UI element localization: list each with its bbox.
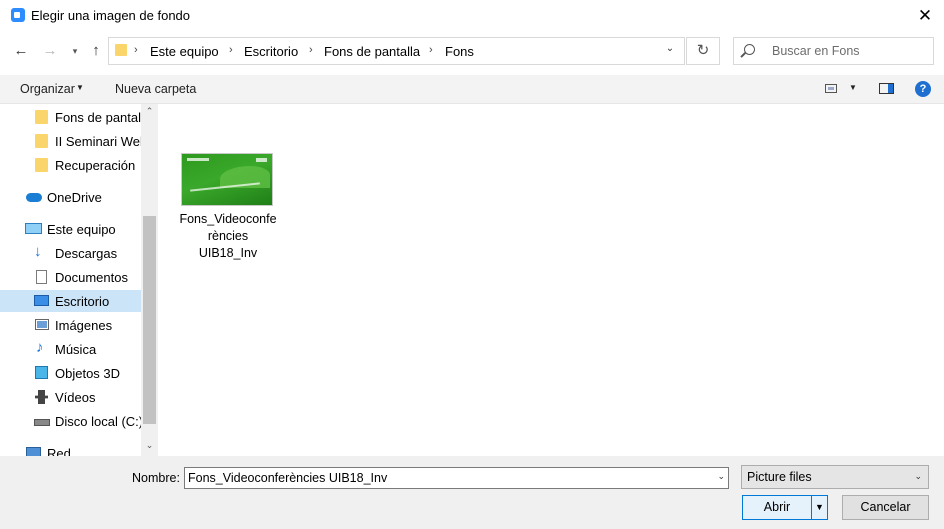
sidebar-item-musica[interactable]: ♪ Música xyxy=(0,338,141,360)
sidebar-item-label: II Seminari Web xyxy=(55,134,141,149)
file-type-select[interactable]: Picture files ⌄ xyxy=(741,465,929,489)
scroll-down-icon[interactable]: ⌄ xyxy=(141,440,158,451)
desktop-icon xyxy=(34,295,49,306)
documents-icon xyxy=(36,270,47,284)
organize-button[interactable]: Organizar xyxy=(20,82,75,96)
sidebar-item-label: Red xyxy=(47,446,71,456)
sidebar-item-label: Disco local (C:) xyxy=(55,414,141,429)
sidebar-item-onedrive[interactable]: OneDrive xyxy=(0,186,141,208)
title-bar: Elegir una imagen de fondo ✕ xyxy=(0,0,944,31)
downloads-icon: ↓ xyxy=(34,243,42,260)
search-box[interactable] xyxy=(733,37,934,65)
preview-pane-icon[interactable] xyxy=(879,83,894,94)
breadcrumb-escritorio[interactable]: Escritorio xyxy=(244,44,298,59)
chevron-down-icon[interactable]: ⌄ xyxy=(914,471,922,482)
sidebar-item-imagenes[interactable]: Imágenes xyxy=(0,314,141,336)
sidebar-item-label: Objetos 3D xyxy=(55,366,121,381)
sidebar-item-disco-local[interactable]: Disco local (C:) xyxy=(0,410,141,432)
breadcrumb-separator: › xyxy=(134,44,138,56)
folder-icon xyxy=(35,158,48,172)
sidebar-item-label: Documentos xyxy=(55,270,128,285)
music-icon: ♪ xyxy=(36,339,44,356)
chevron-down-icon[interactable]: ▼ xyxy=(849,83,857,92)
help-icon[interactable]: ? xyxy=(915,81,931,97)
sidebar-item-label: Vídeos xyxy=(55,390,96,405)
scrollbar-thumb[interactable] xyxy=(143,216,156,424)
folder-icon xyxy=(115,44,127,56)
sidebar-item-documentos[interactable]: Documentos xyxy=(0,266,141,288)
recent-locations-button[interactable]: ▾ xyxy=(64,40,86,62)
sidebar-item-label: Escritorio xyxy=(55,294,110,309)
folder-icon xyxy=(35,134,48,148)
computer-icon xyxy=(25,223,42,234)
pictures-icon xyxy=(35,319,49,330)
onedrive-icon xyxy=(26,193,42,202)
file-name-label: Nombre: xyxy=(132,471,180,485)
breadcrumb-separator: › xyxy=(429,44,433,56)
sidebar-item-objetos-3d[interactable]: Objetos 3D xyxy=(0,362,141,384)
address-bar[interactable]: › Este equipo › Escritorio › Fons de pan… xyxy=(108,37,685,65)
objects-3d-icon xyxy=(35,366,48,379)
sidebar-item-label: Música xyxy=(55,342,97,357)
change-view-icon[interactable] xyxy=(825,84,837,93)
open-button[interactable]: Abrir xyxy=(742,495,812,520)
search-input[interactable] xyxy=(772,43,922,59)
breadcrumb-separator: › xyxy=(229,44,233,56)
sidebar-item-label: Fons de pantalla xyxy=(55,110,141,125)
chevron-down-icon[interactable]: ⌄ xyxy=(662,43,678,54)
sidebar-item-ii-seminari-web[interactable]: II Seminari Web xyxy=(0,130,141,152)
thumbnail-logo xyxy=(187,158,209,161)
file-name-combobox[interactable]: ⌄ xyxy=(184,467,729,489)
file-name: Fons_Videoconferències UIB18_Inv xyxy=(179,212,277,260)
scroll-up-icon[interactable]: ⌃ xyxy=(141,106,158,117)
sidebar-item-este-equipo[interactable]: Este equipo xyxy=(0,218,141,240)
folder-icon xyxy=(35,110,48,124)
bottom-panel: Nombre: ⌄ Picture files ⌄ Abrir ▼ Cancel… xyxy=(0,456,944,529)
window-title: Elegir una imagen de fondo xyxy=(31,8,191,23)
network-icon xyxy=(26,447,41,456)
file-name-input[interactable] xyxy=(188,471,708,485)
back-button[interactable]: ← xyxy=(10,40,32,62)
breadcrumb-separator: › xyxy=(309,44,313,56)
chevron-down-icon[interactable]: ▼ xyxy=(76,83,84,92)
open-dropdown-button[interactable]: ▼ xyxy=(811,495,828,520)
file-type-value: Picture files xyxy=(747,470,812,484)
sidebar-item-descargas[interactable]: ↓ Descargas xyxy=(0,242,141,264)
sidebar-item-escritorio[interactable]: Escritorio xyxy=(0,290,141,312)
file-item[interactable]: Fons_Videoconferències UIB18_Inv xyxy=(178,149,278,264)
local-disk-icon xyxy=(34,419,50,426)
forward-button[interactable]: → xyxy=(39,40,61,62)
zoom-app-icon xyxy=(11,8,25,22)
chevron-down-icon[interactable]: ⌄ xyxy=(717,471,725,482)
breadcrumb-este-equipo[interactable]: Este equipo xyxy=(150,44,219,59)
search-icon xyxy=(744,44,755,55)
sidebar-item-fons-de-pantalla[interactable]: Fons de pantalla xyxy=(0,106,141,128)
sidebar-scrollbar[interactable]: ⌃ ⌄ xyxy=(141,104,158,456)
cancel-button[interactable]: Cancelar xyxy=(842,495,929,520)
breadcrumb-fons-de-pantalla[interactable]: Fons de pantalla xyxy=(324,44,420,59)
up-button[interactable]: ↑ xyxy=(85,40,107,62)
thumbnail-logo xyxy=(256,158,267,162)
close-button[interactable]: ✕ xyxy=(910,3,940,29)
sidebar-item-recuperacion[interactable]: Recuperación xyxy=(0,154,141,176)
videos-icon xyxy=(35,390,48,404)
sidebar-item-label: Imágenes xyxy=(55,318,113,333)
sidebar-item-red[interactable]: Red xyxy=(0,442,141,456)
sidebar-item-label: Descargas xyxy=(55,246,118,261)
sidebar-item-label: Este equipo xyxy=(47,222,116,237)
new-folder-button[interactable]: Nueva carpeta xyxy=(115,82,196,96)
refresh-button[interactable]: ↻ xyxy=(686,37,720,65)
sidebar-item-label: Recuperación xyxy=(55,158,136,173)
image-thumbnail xyxy=(182,154,272,205)
navigation-pane: Fons de pantalla II Seminari Web Recuper… xyxy=(0,104,158,456)
command-bar: Organizar ▼ Nueva carpeta ▼ ? xyxy=(0,75,944,104)
breadcrumb-fons[interactable]: Fons xyxy=(445,44,474,59)
sidebar-item-videos[interactable]: Vídeos xyxy=(0,386,141,408)
sidebar-item-label: OneDrive xyxy=(47,190,102,205)
